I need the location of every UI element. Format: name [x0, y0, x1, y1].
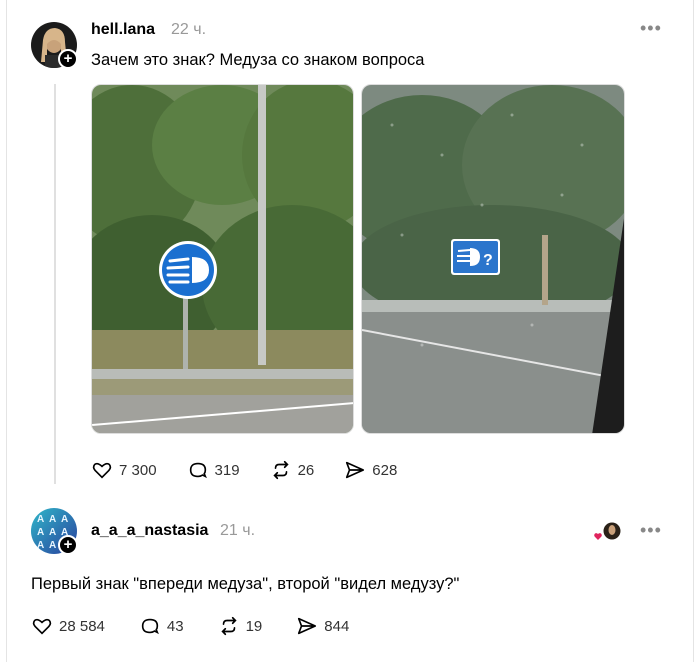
repost-icon	[220, 616, 237, 636]
more-icon[interactable]: •••	[640, 18, 662, 39]
svg-text:A: A	[49, 540, 56, 551]
comment-count: 319	[214, 461, 240, 479]
repost-icon	[272, 460, 289, 480]
repost-count: 26	[297, 461, 315, 479]
heart-icon	[32, 618, 52, 635]
post-text: Первый знак "впереди медуза", второй "ви…	[31, 575, 460, 593]
post-text: Зачем это знак? Медуза со знаком вопроса	[91, 51, 425, 69]
share-button[interactable]: 628	[344, 459, 397, 481]
share-count: 628	[372, 461, 398, 479]
svg-text:A: A	[49, 527, 56, 538]
like-button[interactable]: 28 584	[31, 615, 105, 637]
svg-text:?: ?	[483, 252, 493, 269]
comment-button[interactable]: 43	[139, 615, 184, 637]
post-time: 22 ч.	[171, 21, 207, 38]
repost-count: 19	[245, 617, 263, 635]
liked-by-author-badge	[594, 522, 622, 542]
share-button[interactable]: 844	[296, 615, 349, 637]
follow-plus-icon[interactable]: +	[58, 49, 78, 69]
more-icon[interactable]: •••	[640, 520, 662, 541]
post-actions: 7 300 319 26 628	[91, 459, 427, 481]
share-count: 844	[324, 617, 350, 635]
comment-icon	[189, 462, 207, 479]
post-time: 21 ч.	[220, 522, 256, 539]
username[interactable]: a_a_a_nastasia	[91, 522, 208, 540]
photo-sign-roadside[interactable]	[91, 84, 354, 434]
share-icon	[346, 461, 365, 479]
like-count: 7 300	[119, 461, 157, 479]
thread-line	[54, 84, 56, 484]
svg-text:A: A	[49, 514, 56, 525]
svg-text:A: A	[37, 514, 44, 525]
heart-icon	[92, 462, 112, 479]
comment-button[interactable]: 319	[187, 459, 240, 481]
repost-button[interactable]: 19	[218, 615, 263, 637]
svg-text:A: A	[37, 527, 44, 538]
like-button[interactable]: 7 300	[91, 459, 157, 481]
comment-count: 43	[166, 617, 184, 635]
photo-sign-windshield[interactable]: ?	[361, 84, 625, 434]
repost-button[interactable]: 26	[270, 459, 315, 481]
like-count: 28 584	[59, 617, 105, 635]
username[interactable]: hell.lana	[91, 21, 155, 39]
follow-plus-icon[interactable]: +	[58, 535, 78, 555]
share-icon	[298, 617, 317, 635]
comment-icon	[141, 618, 159, 635]
svg-text:A: A	[61, 514, 68, 525]
post-actions: 28 584 43 19 844	[31, 615, 379, 637]
